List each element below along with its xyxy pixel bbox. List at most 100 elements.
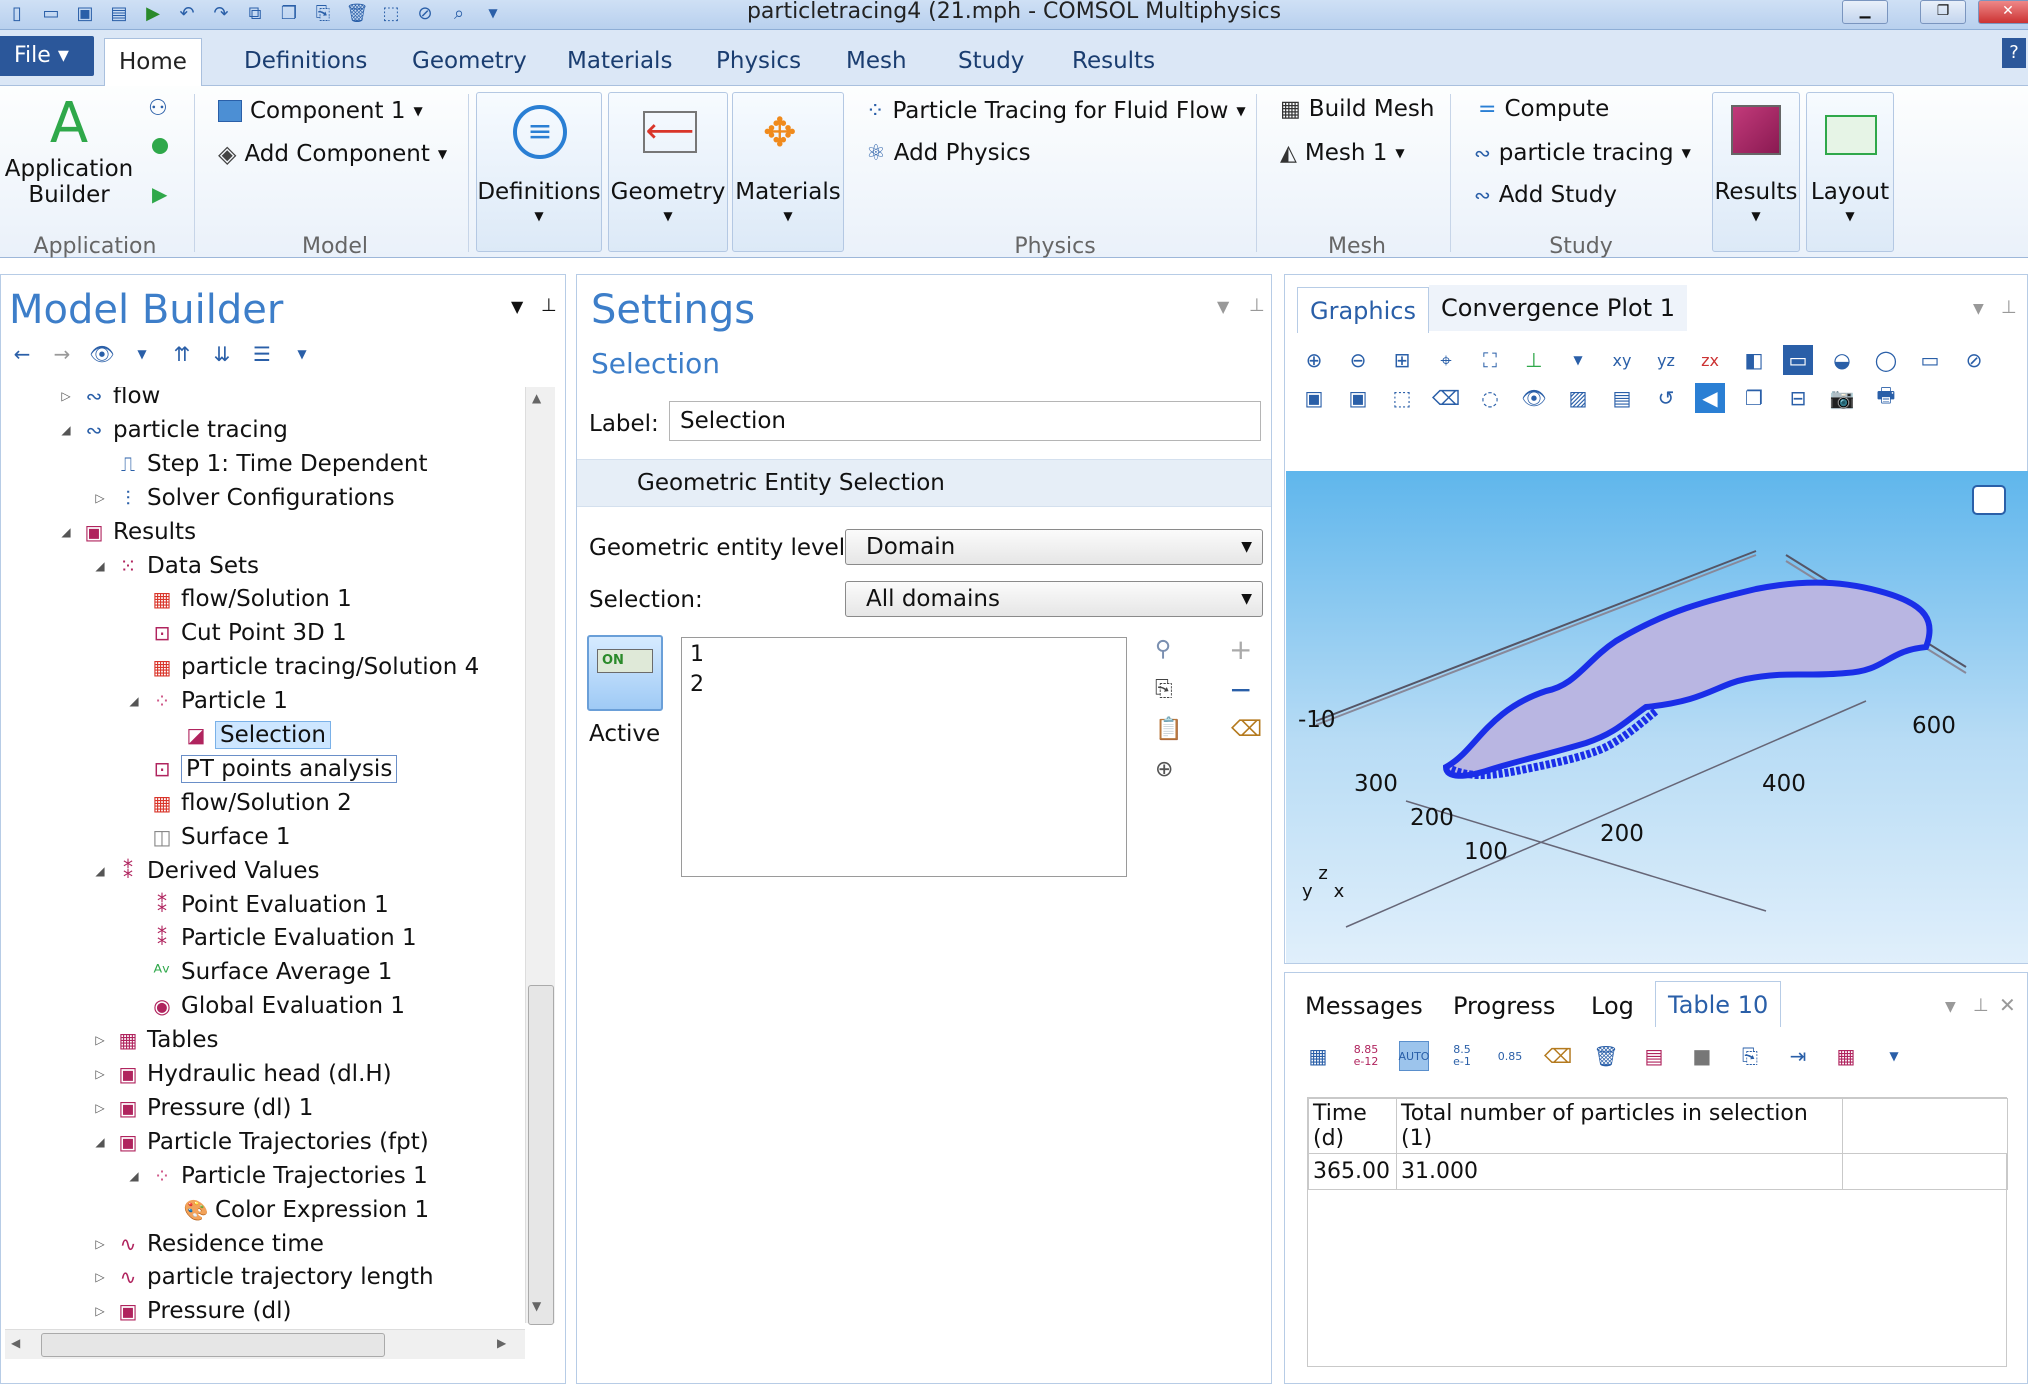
tab-log[interactable]: Log xyxy=(1579,983,1646,1029)
tab-table-10[interactable]: Table 10 xyxy=(1655,981,1782,1027)
expanded-twisty-icon[interactable]: ◢ xyxy=(91,1135,109,1149)
expanded-twisty-icon[interactable]: ◢ xyxy=(57,423,75,437)
back-arrow-icon[interactable]: ← xyxy=(7,339,37,369)
tree-item[interactable]: ⊡ PT points analysis xyxy=(125,754,398,784)
expand-all-icon[interactable]: ⇊ xyxy=(207,339,237,369)
mesh-1-button[interactable]: ◭ Mesh 1 ▼ xyxy=(1280,140,1405,166)
collapsed-twisty-icon[interactable]: ▷ xyxy=(91,491,109,505)
sync-icon[interactable]: ◀ xyxy=(1695,383,1725,413)
zoom-box-icon[interactable]: ⊞ xyxy=(1387,345,1417,375)
domain-surface[interactable] xyxy=(1442,579,1933,779)
pin-icon[interactable]: ⊥ xyxy=(1249,295,1265,316)
label-field[interactable]: Selection xyxy=(669,401,1261,441)
tab-progress[interactable]: Progress xyxy=(1441,983,1567,1029)
collapsed-twisty-icon[interactable]: ▷ xyxy=(91,1237,109,1251)
collapsed-twisty-icon[interactable]: ▷ xyxy=(91,1270,109,1284)
tree-item[interactable]: ⁑ Point Evaluation 1 xyxy=(125,890,389,920)
camera-icon[interactable]: 📷 xyxy=(1827,383,1857,413)
reset-view-icon[interactable]: ↺ xyxy=(1651,383,1681,413)
export-icon[interactable]: ⇥ xyxy=(1783,1041,1813,1071)
delete-table-icon[interactable]: 🗑 xyxy=(1591,1041,1621,1071)
tree-item[interactable]: ▷ ▣ Pressure (dl) xyxy=(91,1296,291,1323)
record-method-icon[interactable] xyxy=(152,138,168,154)
tree-item[interactable]: ⁑ Particle Evaluation 1 xyxy=(125,923,417,953)
run-application-icon[interactable]: ▶ xyxy=(152,182,167,206)
paste-icon[interactable]: 📋 xyxy=(1155,717,1182,742)
show-icon[interactable]: 👁 xyxy=(87,339,117,369)
table-graph-icon[interactable]: ▤ xyxy=(1639,1041,1669,1071)
select-box-icon[interactable]: ⬚ xyxy=(1387,383,1417,413)
scroll-up-arrow-icon[interactable]: ▲ xyxy=(532,391,541,405)
transparency-icon[interactable]: ◒ xyxy=(1827,345,1857,375)
tree-item[interactable]: ◢ ∾ particle tracing xyxy=(57,415,287,445)
zoom-selected-icon[interactable]: ⌖ xyxy=(1431,345,1461,375)
forward-arrow-icon[interactable]: → xyxy=(47,339,77,369)
zoom-to-selection-icon[interactable]: ⊕ xyxy=(1155,757,1173,782)
scroll-left-arrow-icon[interactable]: ◀ xyxy=(11,1336,20,1350)
number-format-icon[interactable]: 8.85 e-12 xyxy=(1351,1041,1381,1071)
tree-item[interactable]: ◢ ⁙ Data Sets xyxy=(91,551,259,581)
geometric-entity-section-header[interactable]: Geometric Entity Selection xyxy=(577,459,1271,507)
clear-selection-icon[interactable]: ⌫ xyxy=(1431,383,1461,413)
tab-geometry[interactable]: Geometry xyxy=(398,38,541,86)
results-table-icon[interactable]: ▦ xyxy=(1831,1041,1861,1071)
tree-item[interactable]: ▷ ∿ particle trajectory length xyxy=(91,1262,433,1292)
build-mesh-button[interactable]: ▦ Build Mesh xyxy=(1280,96,1434,122)
render-icon[interactable]: ◯ xyxy=(1871,345,1901,375)
help-icon[interactable]: ? xyxy=(2002,38,2026,68)
tree-scroll-thumb[interactable] xyxy=(528,985,554,1325)
pane-menu-arrow-icon[interactable]: ▼ xyxy=(511,297,523,316)
table-settings-icon[interactable]: ▦ xyxy=(1303,1041,1333,1071)
stack-icon[interactable]: ⊟ xyxy=(1783,383,1813,413)
copy-icon[interactable]: ⎘ xyxy=(1155,677,1173,702)
collapsed-twisty-icon[interactable]: ▷ xyxy=(91,1304,109,1318)
collapsed-twisty-icon[interactable]: ▷ xyxy=(91,1033,109,1047)
view-entities-icon[interactable]: ▤ xyxy=(1607,383,1637,413)
selection-list-item[interactable]: 1 xyxy=(690,642,704,667)
show-entities-icon[interactable]: 👁 xyxy=(1519,383,1549,413)
tab-study[interactable]: Study xyxy=(944,38,1038,86)
tree-item[interactable]: ▷ ∿ Residence time xyxy=(91,1229,324,1259)
tree-item[interactable]: ◢ ⁘ Particle 1 xyxy=(125,686,288,716)
tree-item[interactable]: ◢ ⁘ Particle Trajectories 1 xyxy=(125,1161,427,1191)
tree-item[interactable]: ▷ ⫶ Solver Configurations xyxy=(91,483,394,513)
collapsed-twisty-icon[interactable]: ▷ xyxy=(91,1101,109,1115)
pin-icon[interactable]: ⊥ xyxy=(2001,297,2017,318)
clear-selection-icon[interactable]: ⌫ xyxy=(1231,717,1262,742)
tab-definitions[interactable]: Definitions xyxy=(230,38,381,86)
clear-table-icon[interactable]: ⌫ xyxy=(1543,1041,1573,1071)
hide-edges-icon[interactable]: ▭ xyxy=(1915,345,1945,375)
tree-item[interactable]: 🎨 Color Expression 1 xyxy=(159,1195,430,1225)
selection-list[interactable]: 1 2 xyxy=(681,637,1127,877)
add-study-button[interactable]: ∾ Add Study xyxy=(1474,182,1617,208)
add-component-button[interactable]: ◈ Add Component ▼ xyxy=(218,140,447,168)
tree-item[interactable]: ᴬᵛ Surface Average 1 xyxy=(125,957,393,987)
entity-level-select[interactable]: Domain ▼ xyxy=(845,529,1263,565)
collapsed-twisty-icon[interactable]: ▷ xyxy=(57,389,75,403)
expanded-twisty-icon[interactable]: ◢ xyxy=(125,1169,143,1183)
table-header-cell[interactable]: Time (d) xyxy=(1308,1098,1397,1154)
tree-item[interactable]: ▷ ▣ Pressure (dl) 1 xyxy=(91,1093,313,1123)
tree-item[interactable]: ▦ particle tracing/Solution 4 xyxy=(125,652,480,682)
compute-button[interactable]: = Compute xyxy=(1478,96,1609,122)
pin-icon[interactable]: ⊥ xyxy=(541,295,557,316)
add-physics-button[interactable]: ⚛ Add Physics xyxy=(866,140,1031,166)
select-objects-icon[interactable]: ⊘ xyxy=(1959,345,1989,375)
tree-hscroll-thumb[interactable] xyxy=(41,1333,385,1357)
pane-menu-arrow-icon[interactable]: ▼ xyxy=(1945,999,1956,1015)
add-to-selection-icon[interactable]: + xyxy=(1229,633,1252,666)
tree-item[interactable]: ◢ ▣ Particle Trajectories (fpt) xyxy=(91,1127,428,1157)
tree-vertical-scrollbar[interactable]: ▲ ▼ xyxy=(525,387,555,1325)
hide-icon[interactable]: ◌ xyxy=(1475,383,1505,413)
copy-table-icon[interactable]: ⎘ xyxy=(1735,1041,1765,1071)
table-header-cell[interactable]: Total number of particles in selection (… xyxy=(1396,1098,1843,1154)
results-button[interactable]: Results ▼ xyxy=(1712,92,1800,252)
tab-physics[interactable]: Physics xyxy=(702,38,815,86)
expanded-twisty-icon[interactable]: ◢ xyxy=(91,559,109,573)
scroll-right-arrow-icon[interactable]: ▶ xyxy=(497,1336,506,1350)
build-selected-icon[interactable]: ▣ xyxy=(1343,383,1373,413)
expanded-twisty-icon[interactable]: ◢ xyxy=(125,694,143,708)
tree-item[interactable]: ◉ Global Evaluation 1 xyxy=(125,991,405,1021)
component-1-button[interactable]: Component 1 ▼ xyxy=(218,98,423,124)
tree-item[interactable]: ▦ flow/Solution 1 xyxy=(125,584,352,614)
